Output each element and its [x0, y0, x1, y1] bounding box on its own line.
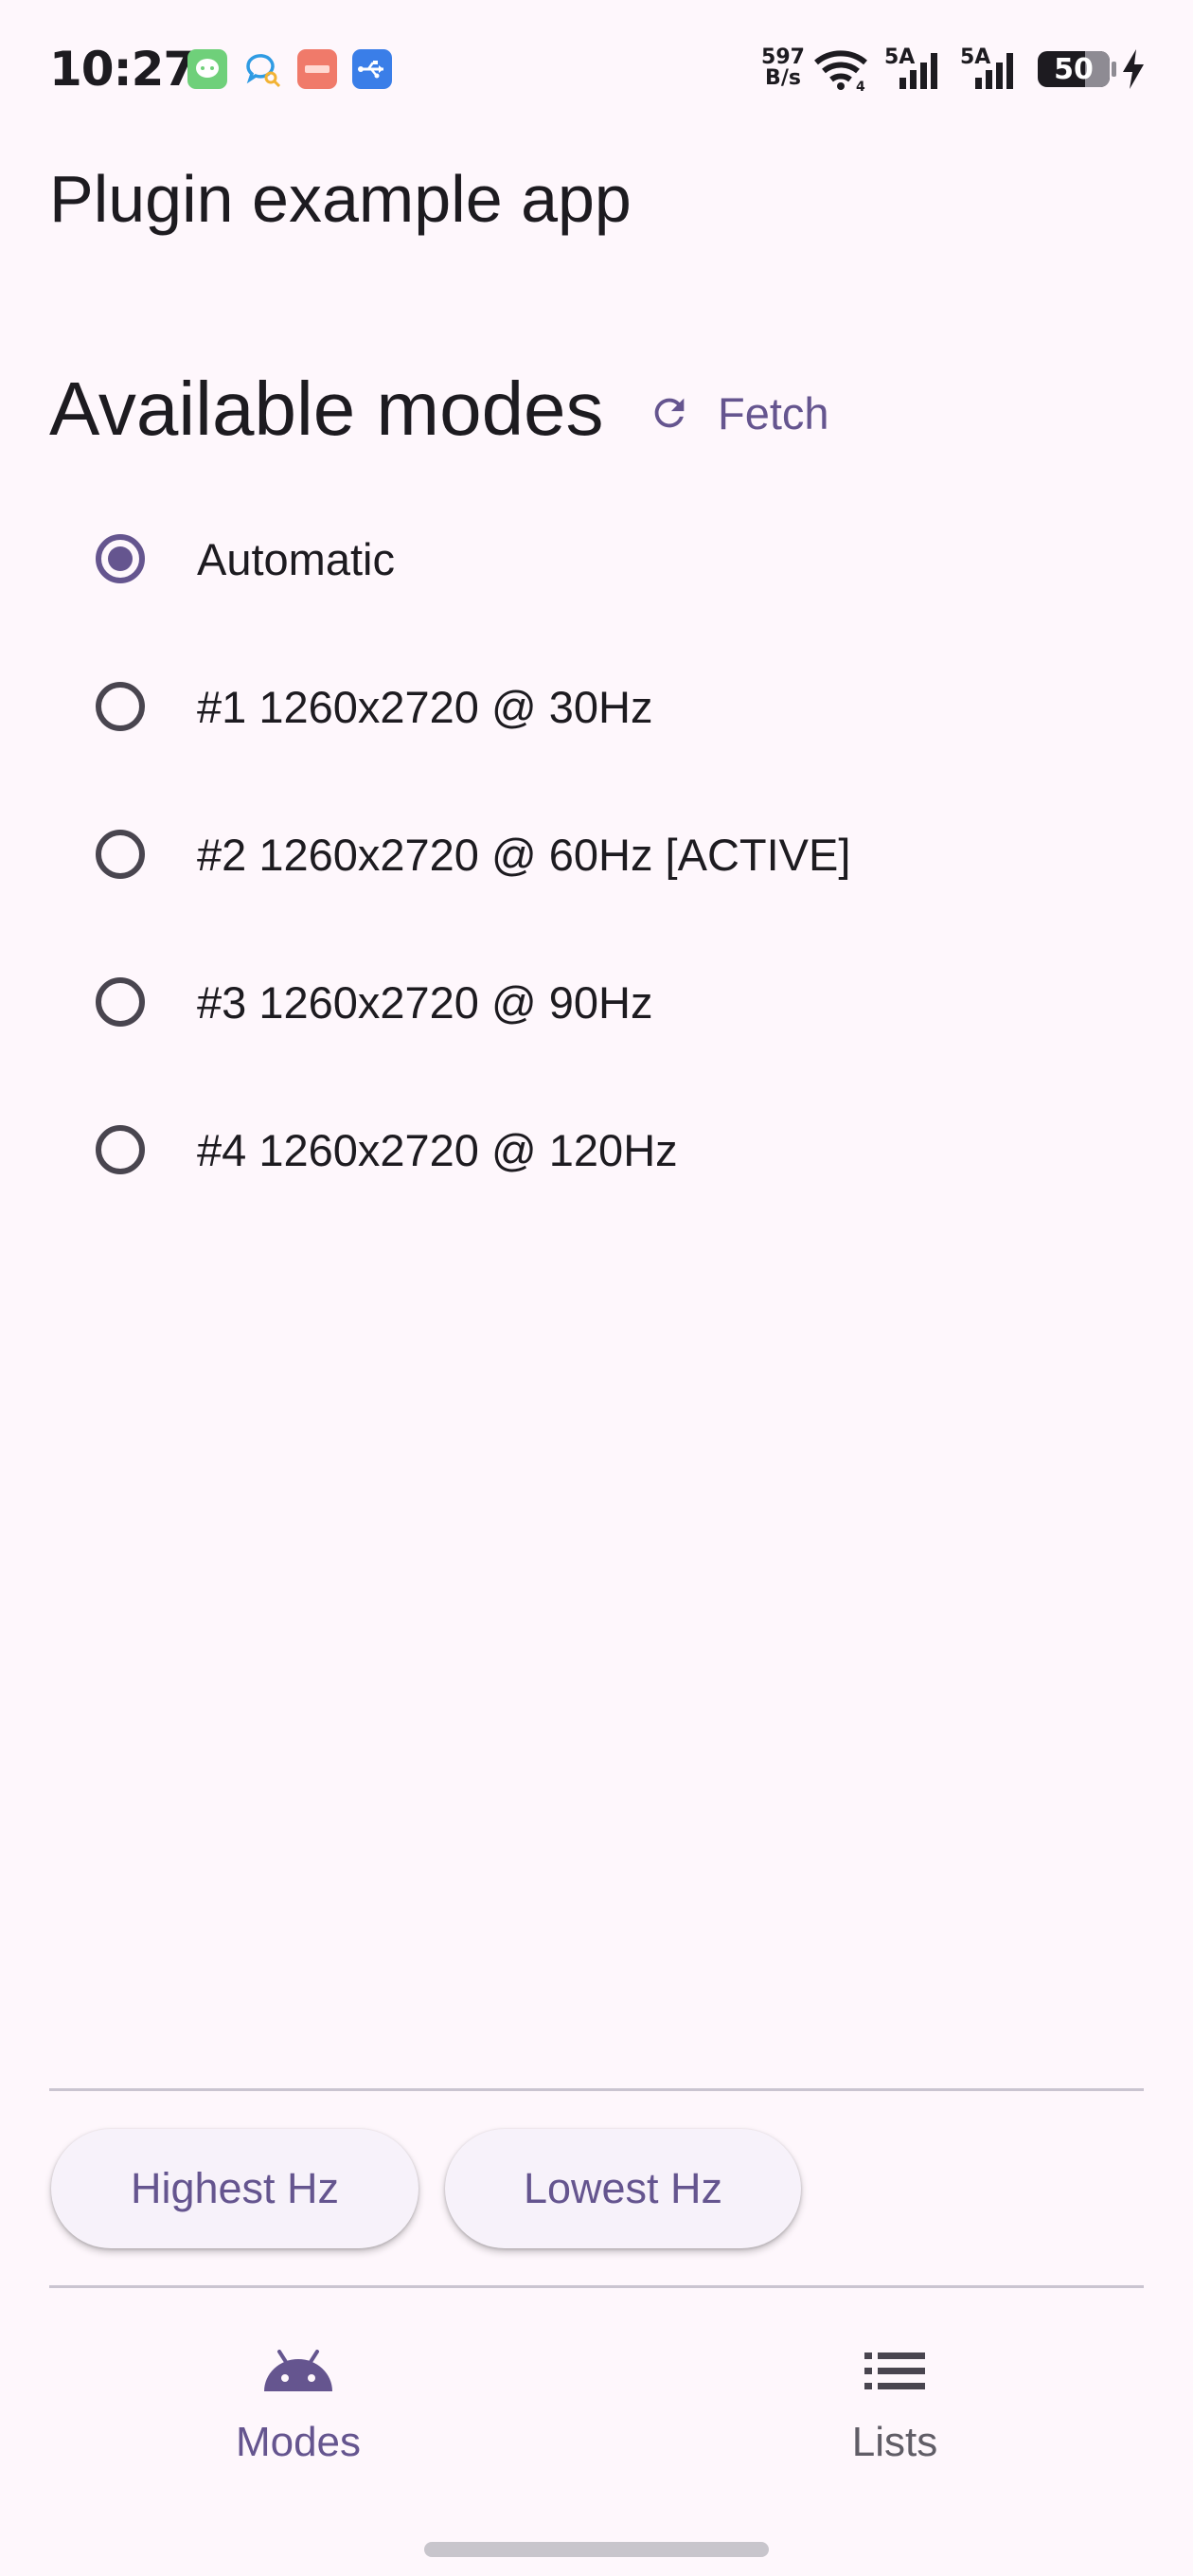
mode-option-label: #1 1260x2720 @ 30Hz: [197, 681, 653, 732]
radio-button[interactable]: [96, 977, 145, 1027]
red-note-app-icon: [297, 49, 337, 89]
message-search-icon: [242, 49, 282, 89]
charging-bolt-icon: [1121, 49, 1146, 94]
svg-text:4: 4: [856, 80, 865, 91]
mode-option-3[interactable]: #3 1260x2720 @ 90Hz: [0, 928, 1193, 1076]
home-indicator[interactable]: [424, 2542, 769, 2557]
highest-hz-button[interactable]: Highest Hz: [51, 2129, 418, 2248]
sim1-signal-icon: 5A: [884, 45, 951, 91]
radio-button[interactable]: [96, 1125, 145, 1174]
mode-option-4[interactable]: #4 1260x2720 @ 120Hz: [0, 1076, 1193, 1224]
mode-radio-group: Automatic #1 1260x2720 @ 30Hz #2 1260x27…: [0, 485, 1193, 1224]
app-title: Plugin example app: [49, 162, 632, 236]
fetch-label: Fetch: [718, 387, 829, 438]
mode-option-label: #2 1260x2720 @ 60Hz [ACTIVE]: [197, 829, 851, 880]
nav-label-lists: Lists: [851, 2419, 938, 2465]
fetch-button[interactable]: Fetch: [629, 375, 848, 451]
network-speed: 597 B/s: [761, 45, 805, 90]
bottom-navigation: Modes Lists: [0, 2307, 1193, 2576]
section-title: Available modes: [49, 367, 604, 451]
wifi-icon: 4: [812, 47, 873, 96]
chat-bubble-icon: [187, 49, 227, 89]
radio-button[interactable]: [96, 682, 145, 731]
android-icon: [262, 2341, 334, 2402]
nav-item-modes[interactable]: Modes: [0, 2307, 596, 2525]
bottom-divider: [49, 2285, 1144, 2288]
mode-option-label: #4 1260x2720 @ 120Hz: [197, 1124, 678, 1175]
mode-option-label: Automatic: [197, 533, 395, 584]
mode-option-1[interactable]: #1 1260x2720 @ 30Hz: [0, 633, 1193, 780]
mode-option-label: #3 1260x2720 @ 90Hz: [197, 976, 653, 1028]
status-bar: 10:27 597 B/s 4 5A 5A 50: [0, 0, 1193, 142]
nav-label-modes: Modes: [235, 2419, 362, 2465]
mode-option-automatic[interactable]: Automatic: [0, 485, 1193, 633]
sim2-signal-icon: 5A: [960, 45, 1026, 91]
radio-button[interactable]: [96, 830, 145, 879]
status-time: 10:27: [49, 42, 196, 97]
battery-tip: [1112, 62, 1116, 77]
top-divider: [49, 2088, 1144, 2091]
battery-icon: 50: [1038, 51, 1110, 87]
refresh-icon: [654, 398, 685, 428]
usb-icon: [352, 49, 392, 89]
lowest-hz-button[interactable]: Lowest Hz: [445, 2129, 801, 2248]
nav-item-lists[interactable]: Lists: [596, 2307, 1193, 2525]
mode-option-2[interactable]: #2 1260x2720 @ 60Hz [ACTIVE]: [0, 780, 1193, 928]
list-icon: [864, 2341, 925, 2402]
radio-button-checked[interactable]: [96, 534, 145, 583]
